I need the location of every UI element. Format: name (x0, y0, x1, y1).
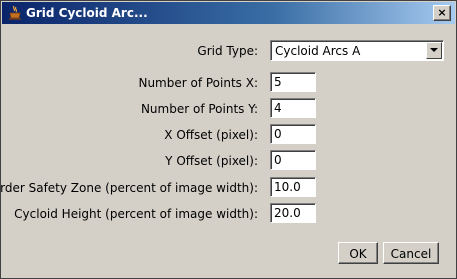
java-cup-icon (8, 5, 22, 21)
y-offset-label: Y Offset (pixel): (165, 154, 258, 168)
x-offset-label: X Offset (pixel): (164, 128, 258, 142)
dropdown-button[interactable] (426, 42, 442, 59)
grid-type-value: Cycloid Arcs A (275, 44, 361, 58)
x-offset-input[interactable] (270, 124, 316, 144)
dialog-window: Grid Cycloid Arc... × Grid Type: Cycloid… (0, 0, 457, 279)
window-title: Grid Cycloid Arc... (26, 6, 148, 20)
close-button[interactable]: × (433, 5, 451, 21)
points-x-label: Number of Points X: (138, 76, 258, 90)
ok-button[interactable]: OK (338, 242, 378, 264)
points-x-input[interactable] (270, 72, 316, 92)
grid-type-label: Grid Type: (197, 44, 258, 58)
points-y-label: Number of Points Y: (140, 102, 258, 116)
cycloid-height-input[interactable] (270, 203, 316, 223)
cancel-button[interactable]: Cancel (383, 242, 439, 264)
border-zone-input[interactable] (270, 177, 316, 197)
grid-type-select[interactable]: Cycloid Arcs A (270, 40, 444, 61)
chevron-down-icon (430, 48, 438, 52)
points-y-input[interactable] (270, 98, 316, 118)
close-icon: × (437, 6, 447, 19)
y-offset-input[interactable] (270, 150, 316, 170)
title-bar[interactable]: Grid Cycloid Arc... × (2, 2, 455, 24)
border-zone-label: Border Safety Zone (percent of image wid… (0, 181, 258, 195)
cycloid-height-label: Cycloid Height (percent of image width): (14, 207, 258, 221)
